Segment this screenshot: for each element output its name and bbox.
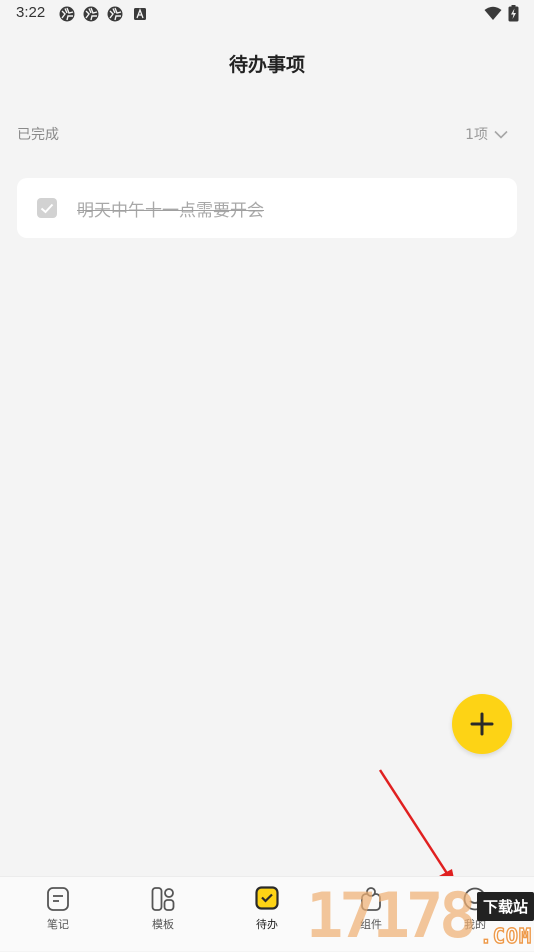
nav-item-todo[interactable]: 待办 bbox=[214, 877, 320, 951]
aperture-icon bbox=[59, 6, 75, 22]
nav-item-notes[interactable]: 笔记 bbox=[5, 877, 111, 951]
page-title: 待办事项 bbox=[228, 54, 305, 76]
note-icon bbox=[47, 887, 69, 911]
completed-section-label: 已完成 bbox=[17, 127, 59, 143]
watermark-suffix: .COM bbox=[479, 923, 532, 948]
todo-item[interactable]: 明天中午十一点需要开会 bbox=[17, 178, 517, 238]
nav-item-templates[interactable]: 模板 bbox=[110, 877, 216, 951]
chevron-down-icon bbox=[494, 130, 508, 139]
site-watermark: 17178 下载站 .COM bbox=[306, 882, 534, 950]
letter-a-icon bbox=[134, 8, 146, 20]
watermark-badge: 下载站 bbox=[476, 892, 534, 921]
watermark-number: 17178 bbox=[306, 879, 477, 952]
nav-label-todo: 待办 bbox=[256, 918, 278, 931]
plus-icon bbox=[470, 712, 494, 736]
battery-charging-icon bbox=[508, 5, 519, 22]
check-icon bbox=[40, 203, 54, 213]
aperture-icon bbox=[107, 6, 123, 22]
completed-count: 1项 bbox=[465, 127, 488, 143]
aperture-icon bbox=[83, 6, 99, 22]
status-bar: 3:22 bbox=[0, 0, 534, 28]
todo-check-icon bbox=[255, 886, 279, 910]
template-icon bbox=[151, 887, 175, 911]
status-time: 3:22 bbox=[16, 4, 46, 21]
todo-text: 明天中午十一点需要开会 bbox=[77, 200, 264, 221]
add-todo-button[interactable] bbox=[452, 694, 512, 754]
nav-label-notes: 笔记 bbox=[47, 918, 69, 931]
wifi-icon bbox=[484, 6, 502, 20]
completed-section-toggle[interactable]: 1项 bbox=[465, 124, 508, 144]
todo-checkbox[interactable] bbox=[37, 198, 57, 218]
nav-label-templates: 模板 bbox=[152, 918, 174, 931]
